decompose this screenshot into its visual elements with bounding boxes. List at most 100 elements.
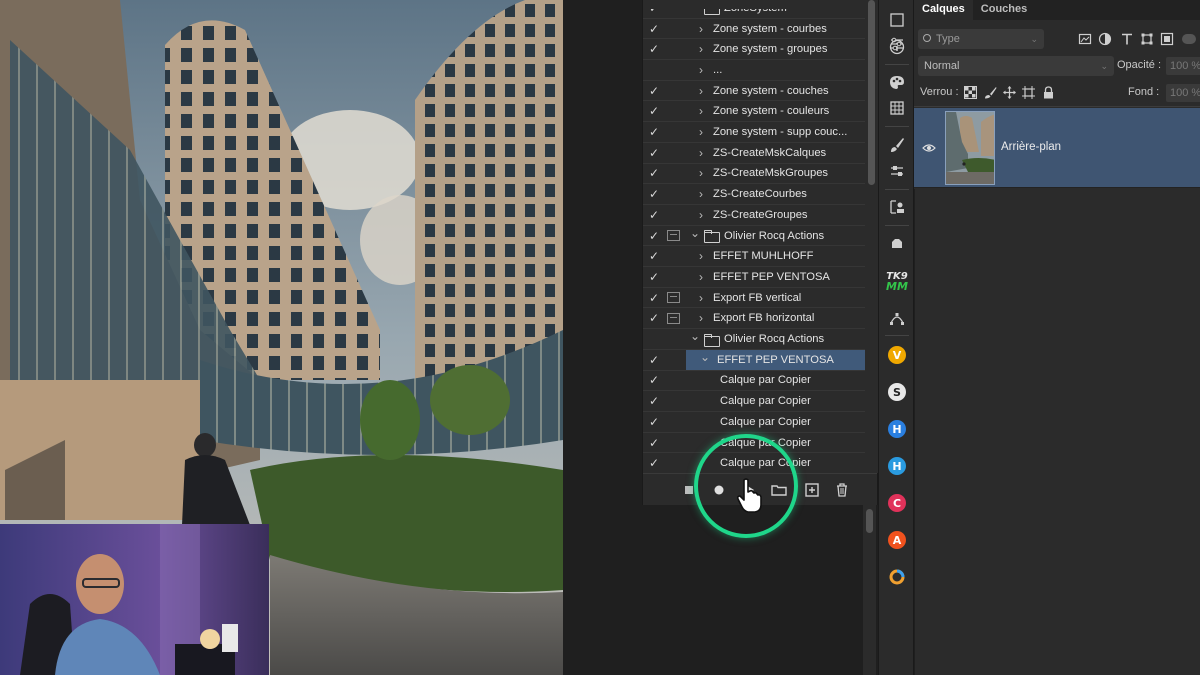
chevron-right-icon[interactable]: › [695,64,707,76]
chevron-right-icon[interactable]: › [695,312,707,324]
toggle-dialog-icon[interactable] [667,209,680,220]
chevron-right-icon[interactable]: › [695,292,707,304]
lock-transparency-icon[interactable] [964,86,977,99]
chevron-right-icon[interactable]: › [695,105,707,117]
toggle-item-checkmark-icon[interactable]: ✓ [643,311,665,325]
document-canvas[interactable] [0,0,563,675]
action-step-row[interactable]: ✓ Calque par Copier [643,371,865,392]
action-row[interactable]: ✓ › EFFET MUHLHOFF [643,246,865,268]
chevron-right-icon[interactable]: › [695,147,707,159]
color-palette-icon[interactable] [887,72,907,92]
toggle-item-checkmark-icon[interactable]: ✓ [643,42,665,56]
chevron-down-icon[interactable]: ⌄ [689,330,701,342]
record-icon[interactable] [709,480,729,500]
toggle-dialog-icon[interactable] [667,416,680,427]
toggle-item-checkmark-icon[interactable]: ✓ [643,456,665,470]
chevron-right-icon[interactable]: › [695,271,707,283]
h2-plugin-icon[interactable]: H [887,456,907,476]
action-set-row[interactable]: ⌄ Olivier Rocq Actions [643,329,865,350]
actions-scrollbar[interactable] [865,0,878,473]
toggle-item-checkmark-icon[interactable]: ✓ [643,208,665,222]
chevron-right-icon[interactable]: › [695,209,707,221]
toggle-dialog-icon[interactable] [667,147,680,158]
action-row[interactable]: ✓ › Export FB horizontal [643,309,865,330]
toggle-item-checkmark-icon[interactable]: ✓ [643,415,665,429]
paths-icon[interactable] [887,308,907,328]
chevron-down-icon[interactable]: ⌄ [699,351,711,363]
toggle-item-checkmark-icon[interactable]: ✓ [643,373,665,387]
brush-icon[interactable] [887,135,907,155]
chevron-right-icon[interactable]: › [695,126,707,138]
action-step-row[interactable]: ✓ Calque par Copier [643,433,865,454]
lock-all-icon[interactable] [1042,86,1055,99]
toggle-item-checkmark-icon[interactable]: ✓ [643,270,665,284]
action-row[interactable]: ✓ ⌄ EFFET PEP VENTOSA [643,349,865,371]
glyphs-icon[interactable] [887,233,907,253]
lock-artboard-icon[interactable] [1022,86,1035,99]
fill-input[interactable]: 100 % [1166,84,1200,102]
filter-type-icon[interactable] [1120,32,1134,46]
toggle-item-checkmark-icon[interactable]: ✓ [643,146,665,160]
toggle-item-checkmark-icon[interactable]: ✓ [643,22,665,36]
chevron-down-icon[interactable]: ⌄ [689,9,701,11]
scrollbar-thumb[interactable] [868,0,875,185]
toggle-dialog-icon[interactable] [667,44,680,55]
filter-pixel-icon[interactable] [1078,32,1092,46]
toggle-dialog-icon[interactable] [667,127,680,138]
chevron-right-icon[interactable]: › [695,23,707,35]
layer-name[interactable]: Arrière-plan [1001,141,1061,153]
toggle-dialog-icon[interactable] [667,9,680,13]
action-step-row[interactable]: ✓ Calque par Copier [643,453,865,473]
toggle-item-checkmark-icon[interactable]: ✓ [643,436,665,450]
filter-adjustment-icon[interactable] [1098,32,1112,46]
toggle-dialog-icon[interactable] [667,437,680,448]
play-icon[interactable] [739,480,759,500]
toggle-item-checkmark-icon[interactable]: ✓ [643,84,665,98]
h-plugin-icon[interactable]: H [887,419,907,439]
chevron-down-icon[interactable]: ⌄ [689,227,701,239]
toggle-dialog-icon[interactable] [667,230,680,242]
toggle-dialog-icon[interactable] [667,334,680,345]
action-row[interactable]: ✓ › Zone system - groupes [643,39,865,61]
action-set-row[interactable]: ✓ ⌄ ZoneSystem [643,9,865,19]
toggle-dialog-icon[interactable] [667,312,680,324]
a-plugin-icon[interactable]: A [887,530,907,550]
toggle-item-checkmark-icon[interactable]: ✓ [643,187,665,201]
action-set-row[interactable]: ✓ ⌄ Olivier Rocq Actions [643,226,865,247]
action-row[interactable]: ✓ › ZS-CreateMskCalques [643,143,865,164]
action-step-row[interactable]: ✓ Calque par Copier [643,412,865,433]
scrollbar-thumb[interactable] [866,509,873,533]
tool-presets-icon[interactable] [887,161,907,181]
tab-calques[interactable]: Calques [914,0,973,20]
action-row[interactable]: ✓ › Zone system - couches [643,81,865,102]
toggle-dialog-icon[interactable] [667,23,680,34]
chevron-right-icon[interactable]: › [695,43,707,55]
chevron-right-icon[interactable]: › [695,250,707,262]
ring-plugin-icon[interactable] [887,567,907,587]
toggle-dialog-icon[interactable] [667,271,680,282]
action-row[interactable]: ✓ › Zone system - courbes [643,19,865,40]
tk9-plugin-icon[interactable]: TK9 MM [886,270,908,294]
v-plugin-icon[interactable]: V [887,345,907,365]
toggle-item-checkmark-icon[interactable]: ✓ [643,249,665,263]
blend-mode-select[interactable]: Normal ⌄ [918,56,1114,76]
action-row[interactable]: ✓ › ZS-CreateMskGroupes [643,164,865,185]
chevron-right-icon[interactable]: › [695,188,707,200]
lock-pixels-brush-icon[interactable] [984,86,997,99]
filter-toggle[interactable] [1182,34,1196,44]
toggle-item-checkmark-icon[interactable]: ✓ [643,166,665,180]
toggle-dialog-icon[interactable] [667,458,680,469]
toggle-item-checkmark-icon[interactable]: ✓ [643,229,665,243]
action-row[interactable]: ✓ › Export FB vertical [643,288,865,309]
tab-couches[interactable]: Couches [973,0,1035,20]
chevron-right-icon[interactable]: › [695,85,707,97]
toggle-dialog-icon[interactable] [667,85,680,96]
layer-filter-select[interactable]: Type ⌄ [918,29,1044,49]
swatches-grid-icon[interactable] [887,98,907,118]
action-row[interactable]: ✓ › EFFET PEP VENTOSA [643,267,865,288]
trash-icon[interactable] [832,480,852,500]
action-row[interactable]: ›... [643,60,865,81]
chevron-right-icon[interactable]: › [695,167,707,179]
panel-scrollbar[interactable] [863,505,876,675]
toggle-dialog-icon[interactable] [667,168,680,179]
